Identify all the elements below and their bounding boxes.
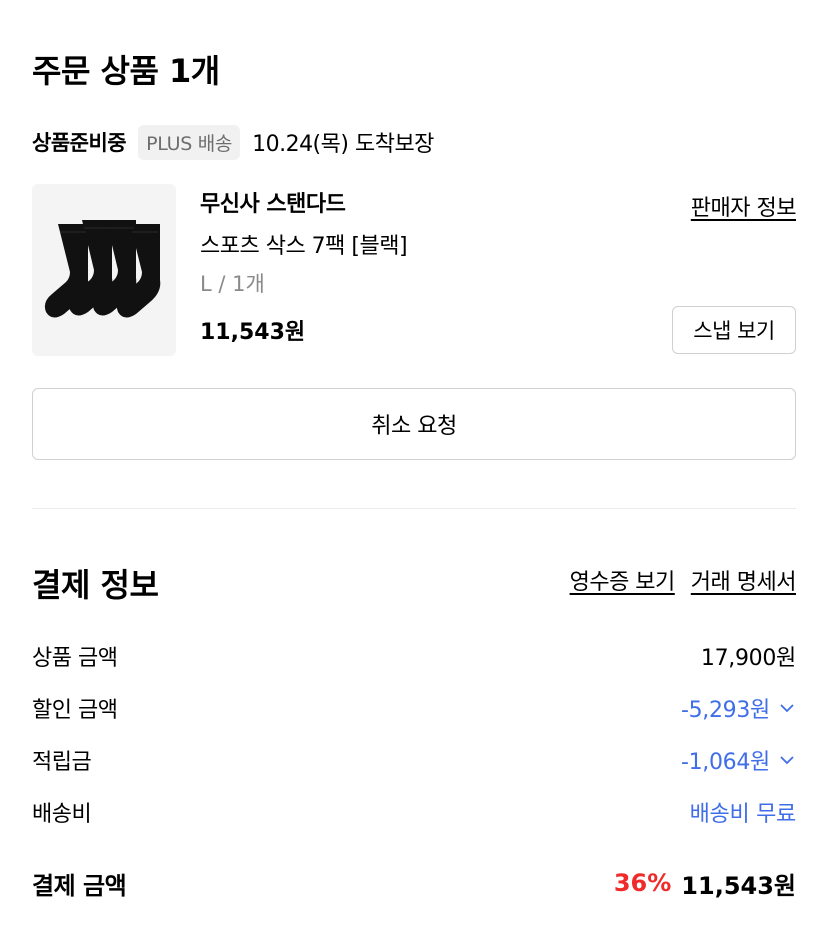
total-payment-value: 11,543원 [681,871,796,900]
total-payment-row: 결제 금액 36% 11,543원 [32,862,796,904]
product-amount-value: 17,900원 [700,646,796,671]
discount-amount-row[interactable]: 할인 금액 -5,293원 [32,688,796,728]
product-name[interactable]: 스포츠 삭스 7팩 [블랙] [200,228,408,260]
delivery-status-row: 상품준비중 PLUS 배송 10.24(목) 도착보장 [32,124,434,160]
discount-amount-value: -5,293원 [680,698,770,723]
chevron-down-icon[interactable] [778,699,796,717]
transaction-statement-link[interactable]: 거래 명세서 [691,564,797,596]
section-divider [32,508,796,509]
receipt-link[interactable]: 영수증 보기 [570,564,676,596]
points-toggle[interactable]: -1,064원 [681,744,796,776]
total-payment-amount: 36% 11,543원 [614,866,796,901]
product-image[interactable] [32,184,176,356]
shipping-row: 배송비 배송비 무료 [32,792,796,832]
points-value: -1,064원 [680,750,770,775]
product-amount-row: 상품 금액 17,900원 [32,636,796,676]
total-payment-label: 결제 금액 [32,871,127,900]
cancel-request-button[interactable]: 취소 요청 [32,388,796,460]
product-brand[interactable]: 무신사 스탠다드 [200,186,346,218]
product-amount-label: 상품 금액 [32,646,118,671]
discount-amount-label: 할인 금액 [32,698,118,723]
shipping-value: 배송비 무료 [689,802,797,827]
payment-title: 결제 정보 [32,566,159,604]
black-socks-image [44,220,161,318]
product-price: 11,543원 [200,320,306,345]
arrival-guarantee: 10.24(목) 도착보장 [252,132,434,157]
plus-delivery-badge: PLUS 배송 [138,124,241,160]
shipping-label: 배송비 [32,802,92,827]
chevron-down-icon[interactable] [778,751,796,769]
order-status: 상품준비중 [32,131,127,155]
seller-info-link[interactable]: 판매자 정보 [691,190,797,222]
discount-rate: 36% [613,869,672,897]
product-option: L / 1개 [200,272,265,296]
payment-header-links: 영수증 보기 거래 명세서 [570,564,797,596]
discount-amount-toggle[interactable]: -5,293원 [681,692,796,724]
points-row[interactable]: 적립금 -1,064원 [32,740,796,780]
points-label: 적립금 [32,750,92,775]
order-title: 주문 상품 1개 [32,52,220,90]
snap-view-button[interactable]: 스냅 보기 [672,306,796,354]
